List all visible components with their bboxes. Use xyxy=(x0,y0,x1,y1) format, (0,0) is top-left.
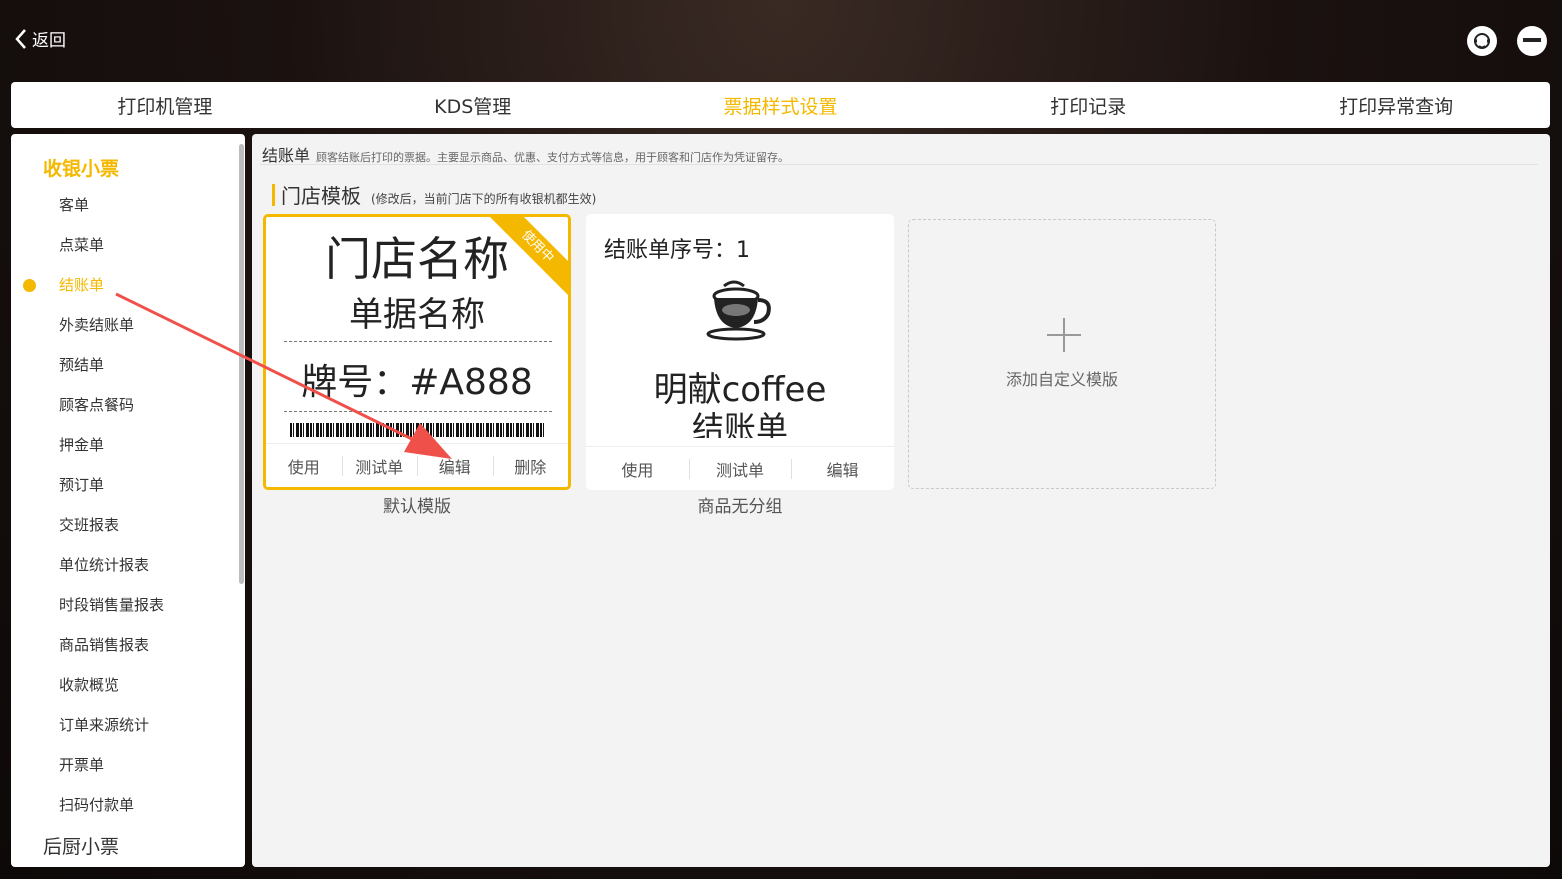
dashed-divider xyxy=(284,411,552,412)
header-divider xyxy=(260,164,1538,165)
add-template-label: 添加自定义模版 xyxy=(1005,370,1118,389)
test-print-button[interactable]: 测试单 xyxy=(341,454,418,478)
template-caption: 商品无分组 xyxy=(697,497,783,517)
template-card-no-grouping[interactable]: 结账单序号：1 明献coffee 结账单 使用 测试单 编辑 xyxy=(586,214,894,490)
sidebar-item[interactable]: 时段销售量报表 xyxy=(59,594,164,616)
sidebar-item[interactable]: 客单 xyxy=(59,194,89,216)
sidebar-scrollbar[interactable] xyxy=(239,144,244,584)
section-title: 门店模板 xyxy=(281,184,361,208)
use-button[interactable]: 使用 xyxy=(266,454,342,478)
section-header: 门店模板 (修改后，当前门店下的所有收银机都生效) xyxy=(272,180,596,209)
page-description: 顾客结账后打印的票据。主要显示商品、优惠、支付方式等信息，用于顾客和门店作为凭证… xyxy=(316,151,790,164)
template-actions: 使用 测试单 编辑 删除 xyxy=(266,443,568,487)
coffee-cup-icon xyxy=(706,280,771,341)
preview-bill-name: 单据名称 xyxy=(349,295,485,335)
edit-button[interactable]: 编辑 xyxy=(791,457,894,481)
sidebar-item[interactable]: 商品销售报表 xyxy=(59,634,149,656)
main-panel: 结账单 顾客结账后打印的票据。主要显示商品、优惠、支付方式等信息，用于顾客和门店… xyxy=(252,134,1550,867)
preview-brand: 明献coffee xyxy=(653,370,827,410)
add-custom-template-button[interactable]: 添加自定义模版 xyxy=(908,219,1216,489)
sidebar-item[interactable]: 开票单 xyxy=(59,754,104,776)
top-bar: 返回 xyxy=(0,0,1562,80)
tab-printer-management[interactable]: 打印机管理 xyxy=(11,82,319,128)
page-header: 结账单 顾客结账后打印的票据。主要显示商品、优惠、支付方式等信息，用于顾客和门店… xyxy=(262,142,789,166)
tab-print-records[interactable]: 打印记录 xyxy=(934,82,1242,128)
tab-receipt-style-settings[interactable]: 票据样式设置 xyxy=(627,82,935,128)
page-title: 结账单 xyxy=(262,146,311,165)
edit-button[interactable]: 编辑 xyxy=(417,454,493,478)
sidebar-item[interactable]: 押金单 xyxy=(59,434,104,456)
sidebar-item[interactable]: 顾客点餐码 xyxy=(59,394,134,416)
dashed-divider xyxy=(284,341,552,342)
preview-sequence-line: 结账单序号：1 xyxy=(604,238,750,263)
sidebar-item[interactable]: 扫码付款单 xyxy=(59,794,134,816)
tab-kds-management[interactable]: KDS管理 xyxy=(319,82,627,128)
sidebar-item[interactable]: 点菜单 xyxy=(59,234,104,256)
sidebar-item-checkout-bill[interactable]: 结账单 xyxy=(59,274,104,296)
use-button[interactable]: 使用 xyxy=(586,457,689,481)
template-actions: 使用 测试单 编辑 xyxy=(586,446,894,490)
template-preview: 结账单序号：1 明献coffee 结账单 xyxy=(586,214,894,444)
sidebar-item[interactable]: 订单来源统计 xyxy=(59,714,149,736)
delete-button[interactable]: 删除 xyxy=(492,454,569,478)
minimize-icon[interactable] xyxy=(1517,26,1547,56)
template-caption: 默认模版 xyxy=(383,497,451,517)
sidebar-item[interactable]: 外卖结账单 xyxy=(59,314,134,336)
barcode-image xyxy=(290,423,546,437)
sidebar-group-cashier-receipts[interactable]: 收银小票 xyxy=(43,154,119,181)
sidebar-item[interactable]: 单位统计报表 xyxy=(59,554,149,576)
sidebar-item[interactable]: 预订单 xyxy=(59,474,104,496)
sidebar-group-kitchen-receipts[interactable]: 后厨小票 xyxy=(43,832,119,859)
plus-icon xyxy=(1047,318,1081,352)
active-indicator-dot xyxy=(23,279,36,292)
back-chevron-icon xyxy=(15,28,26,49)
preview-number-line: 牌号：#A888 xyxy=(301,362,533,403)
template-preview: 门店名称 单据名称 牌号：#A888 使用中 xyxy=(266,217,568,447)
test-print-button[interactable]: 测试单 xyxy=(688,457,792,481)
customer-support-icon[interactable] xyxy=(1467,26,1497,56)
back-button[interactable]: 返回 xyxy=(14,26,66,51)
section-note: (修改后，当前门店下的所有收银机都生效) xyxy=(371,192,597,206)
preview-bill-name: 结账单 xyxy=(691,409,788,438)
sidebar-item[interactable]: 交班报表 xyxy=(59,514,119,536)
template-card-default[interactable]: 门店名称 单据名称 牌号：#A888 使用中 使用 测试单 编辑 删除 xyxy=(263,214,571,490)
sidebar: 收银小票 客单 点菜单 结账单 外卖结账单 预结单 顾客点餐码 押金单 预订单 … xyxy=(11,134,245,867)
sidebar-item[interactable]: 预结单 xyxy=(59,354,104,376)
tab-print-error-query[interactable]: 打印异常查询 xyxy=(1242,82,1550,128)
main-tabs: 打印机管理 KDS管理 票据样式设置 打印记录 打印异常查询 xyxy=(11,82,1550,128)
back-label: 返回 xyxy=(32,31,66,51)
sidebar-item[interactable]: 收款概览 xyxy=(59,674,119,696)
section-accent-bar xyxy=(272,183,275,206)
